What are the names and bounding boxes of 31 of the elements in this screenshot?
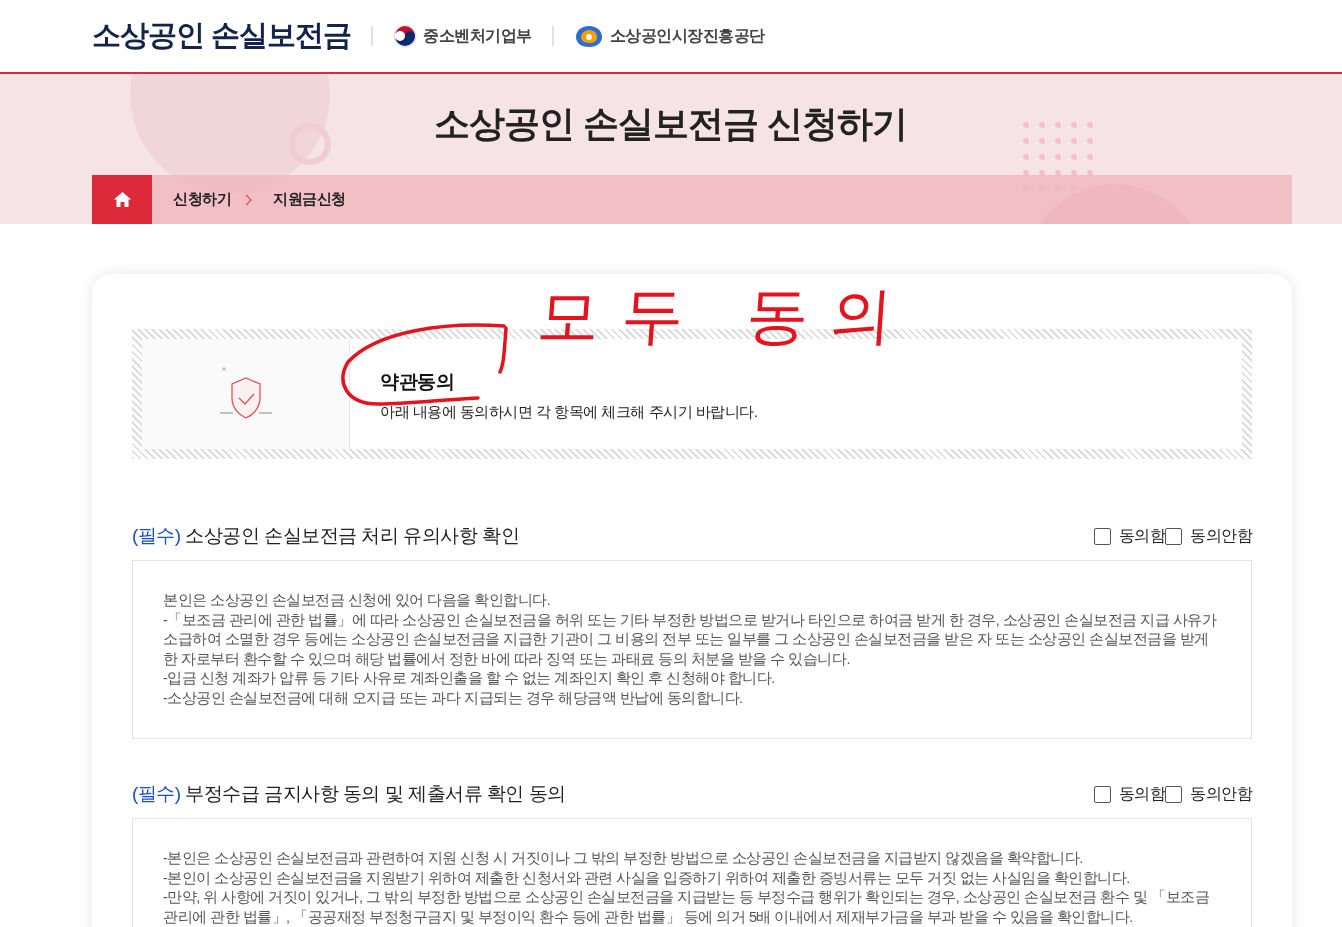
checkbox-label: 동의함 (1118, 783, 1165, 804)
section-title: (필수) 부정수급 금지사항 동의 및 제출서류 확인 동의 (132, 782, 566, 806)
home-icon (113, 192, 131, 207)
terms-text: -본인이 소상공인 손실보전금을 지원받기 위하여 제출한 신청서와 관련 사실을 입증하기 위하여 제출한 증빙서류는 모두 거짓 없는 사실임을 확인합니다. (163, 868, 1131, 888)
chevron-right-icon (245, 193, 252, 206)
emblem-icon (393, 24, 418, 48)
checkbox-label: 동의안함 (1190, 525, 1252, 546)
checkbox-label: 동의함 (1118, 525, 1165, 546)
terms-text: -소상공인 손실보전금에 대해 오지급 또는 과다 지급되는 경우 해당금액 반납에 동의합니다. (163, 688, 744, 708)
checkbox[interactable] (1165, 785, 1182, 803)
intro-text: 아래 내용에 동의하시면 각 항목에 체크해 주시기 바랍니다. (380, 403, 758, 422)
partner-name: 소상공인시장진흥공단 (609, 25, 765, 46)
checkbox[interactable] (1093, 527, 1111, 545)
breadcrumb-link[interactable]: 지원금신청 (273, 190, 346, 209)
intro-title: 약관동의 (380, 370, 455, 394)
home-button[interactable] (92, 175, 152, 224)
page-title: 소상공인 손실보전금 신청하기 (433, 102, 909, 146)
terms-text: -만약, 위 사항에 거짓이 있거나, 그 밖의 부정한 방법으로 소상공인 손실보전금을 지급받는 등 부정수급 행위가 확인되는 경우, 소상공인 손실보전금 환수 및 「보조금 관리에 관한 법률」, 「공공재정 부정청구금지 및 부정이익 환수 등에 관한 법률」 등에 의거 5배 이내에서 제재부가금을 부과 받을 수 있음을 확인합니다. (163, 888, 1210, 927)
terms-text: -「보조금 관리에 관한 법률」에 따라 소상공인 손실보전금을 허위 또는 기타 부정한 방법으로 받거나 타인으로 하여금 받게 한 경우, 소상공인 손실보전금 지급 사유가 소급하여 소멸한 경우 등에는 소상공인 손실보전금을 지급한 기관이 그 비용의 전부 또는 일부를 그 소상공인 손실보전금을 받은 자 또는 소상공인 손실보전금을 받게 한 자로부터 환수할 수 있으며 해당 법률에서 정한 바에 따라 징역 또는 과태료 등의 처분을 받을 수 있습니다. (163, 610, 1218, 669)
terms-text: -입금 신청 계좌가 압류 등 기타 사유로 계좌인출을 할 수 없는 계좌인지 확인 후 신청해야 합니다. (163, 669, 776, 688)
checkbox[interactable] (1093, 785, 1111, 803)
handwritten-note: 모두 동의 (534, 278, 918, 354)
checkbox-label: 동의안함 (1190, 783, 1252, 804)
logo-icon (573, 24, 604, 48)
site-title[interactable]: 소상공인 손실보전금 (92, 16, 352, 56)
partner-name: 중소벤처기업부 (423, 25, 532, 46)
terms-text: -본인은 소상공인 손실보전금과 관련하여 지원 신청 시 거짓이나 그 밖의 부정한 방법으로 소상공인 손실보전금을 지급받지 않겠음을 확약합니다. (163, 849, 1084, 868)
terms-text: 본인은 소상공인 손실보전금 신청에 있어 다음을 확인합니다. (163, 591, 552, 610)
breadcrumb-link[interactable]: 신청하기 (173, 190, 231, 209)
section-title: (필수) 소상공인 손실보전금 처리 유의사항 확인 (132, 524, 520, 548)
checkbox[interactable] (1165, 527, 1182, 545)
